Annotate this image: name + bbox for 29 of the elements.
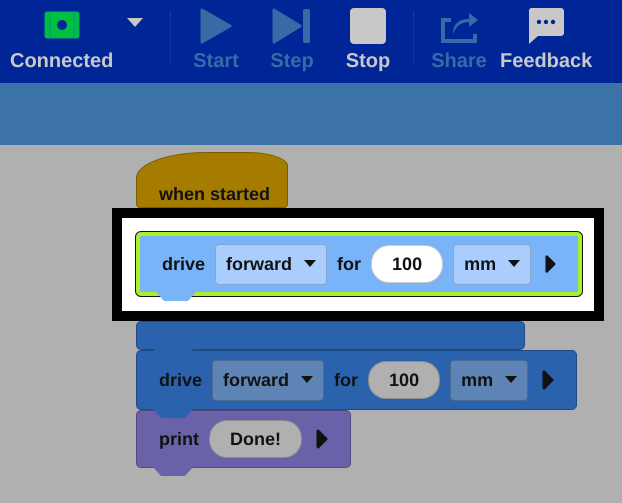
chat-bubble-icon xyxy=(528,8,564,44)
block-dropdown[interactable]: forward xyxy=(212,360,324,400)
block-label: drive xyxy=(159,370,202,390)
input-field[interactable]: Done! xyxy=(209,420,302,458)
dropdown-caret-icon[interactable] xyxy=(127,18,144,28)
feedback-button[interactable]: Feedback xyxy=(500,8,592,73)
caret-icon xyxy=(505,376,518,384)
caret-icon xyxy=(301,376,314,384)
block-label: when started xyxy=(159,184,270,205)
play-arrow-icon xyxy=(542,370,554,390)
caret-icon xyxy=(508,260,520,268)
play-arrow-icon xyxy=(545,254,556,274)
step-icon xyxy=(272,8,312,44)
block-label: drive xyxy=(162,254,206,274)
stop-icon xyxy=(350,8,386,44)
hat-block[interactable]: when started xyxy=(136,152,288,208)
play-icon xyxy=(200,8,232,44)
block-dropdown[interactable]: forward xyxy=(215,244,328,284)
connection-button[interactable]: Connected xyxy=(10,8,114,73)
input-field[interactable]: 100 xyxy=(371,245,444,283)
play-arrow-icon xyxy=(316,429,328,449)
stop-button[interactable]: Stop xyxy=(333,8,403,73)
block-label: for xyxy=(337,254,362,274)
input-field[interactable]: 100 xyxy=(368,361,440,399)
block-label: for xyxy=(334,370,358,390)
caret-icon xyxy=(304,260,316,268)
block-dropdown[interactable]: mm xyxy=(453,244,532,284)
block-label: print xyxy=(159,428,199,450)
block-dropdown[interactable]: mm xyxy=(450,360,528,400)
